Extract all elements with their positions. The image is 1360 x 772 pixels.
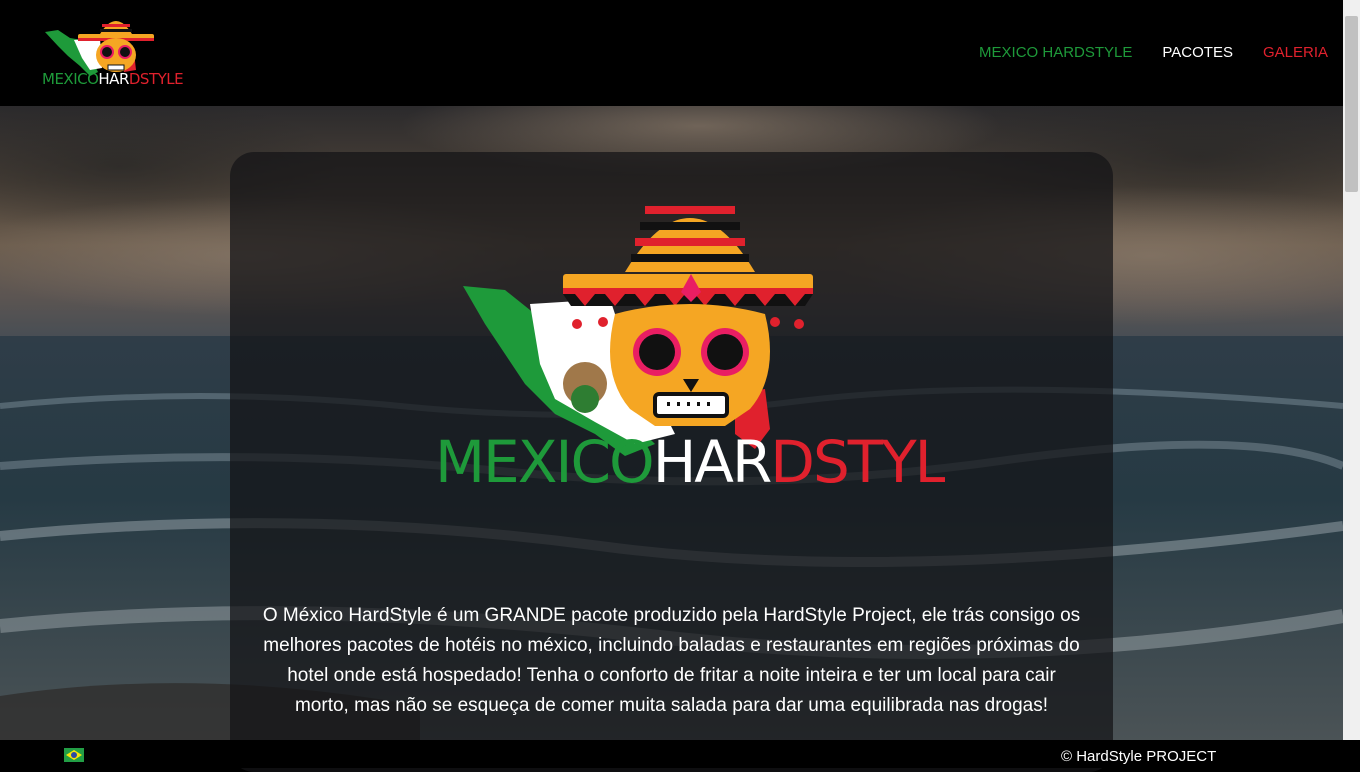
hero-logo-text-red: DSTYLE [770, 428, 945, 494]
hero-logo-text-white: HAR [653, 428, 771, 494]
nav-link-pacotes[interactable]: PACOTES [1162, 44, 1233, 61]
brand-logo[interactable]: MEXICOHARDSTYLE [40, 10, 192, 90]
site-header: MEXICOHARDSTYLE MEXICO HARDSTYLE PACOTES… [0, 0, 1343, 106]
intro-card: MEXICOHARDSTYLE O México HardStyle é um … [230, 152, 1113, 772]
intro-description: O México HardStyle é um GRANDE pacote pr… [262, 605, 1081, 716]
svg-text:MEXICOHARDSTYLE: MEXICOHARDSTYLE [435, 428, 945, 494]
brazil-flag-icon[interactable] [64, 748, 84, 762]
hero-logo: MEXICOHARDSTYLE [435, 206, 945, 494]
scrollbar-thumb[interactable] [1345, 16, 1358, 192]
brand-logo-text-white: HAR [98, 70, 129, 88]
nav-link-mexico-hardstyle[interactable]: MEXICO HARDSTYLE [979, 44, 1132, 61]
nav-link-galeria[interactable]: GALERIA [1263, 44, 1328, 61]
main-nav: MEXICO HARDSTYLE PACOTES GALERIA [979, 44, 1328, 61]
hero-logo-text-green: MEXICO [435, 428, 653, 494]
copyright-text: © HardStyle PROJECT [1061, 748, 1217, 765]
site-footer: © HardStyle PROJECT [0, 740, 1360, 768]
brand-logo-text-green: MEXICO [42, 70, 98, 88]
svg-text:MEXICOHARDSTYLE: MEXICOHARDSTYLE [42, 70, 183, 88]
brand-logo-text-red: DSTYLE [129, 70, 183, 88]
